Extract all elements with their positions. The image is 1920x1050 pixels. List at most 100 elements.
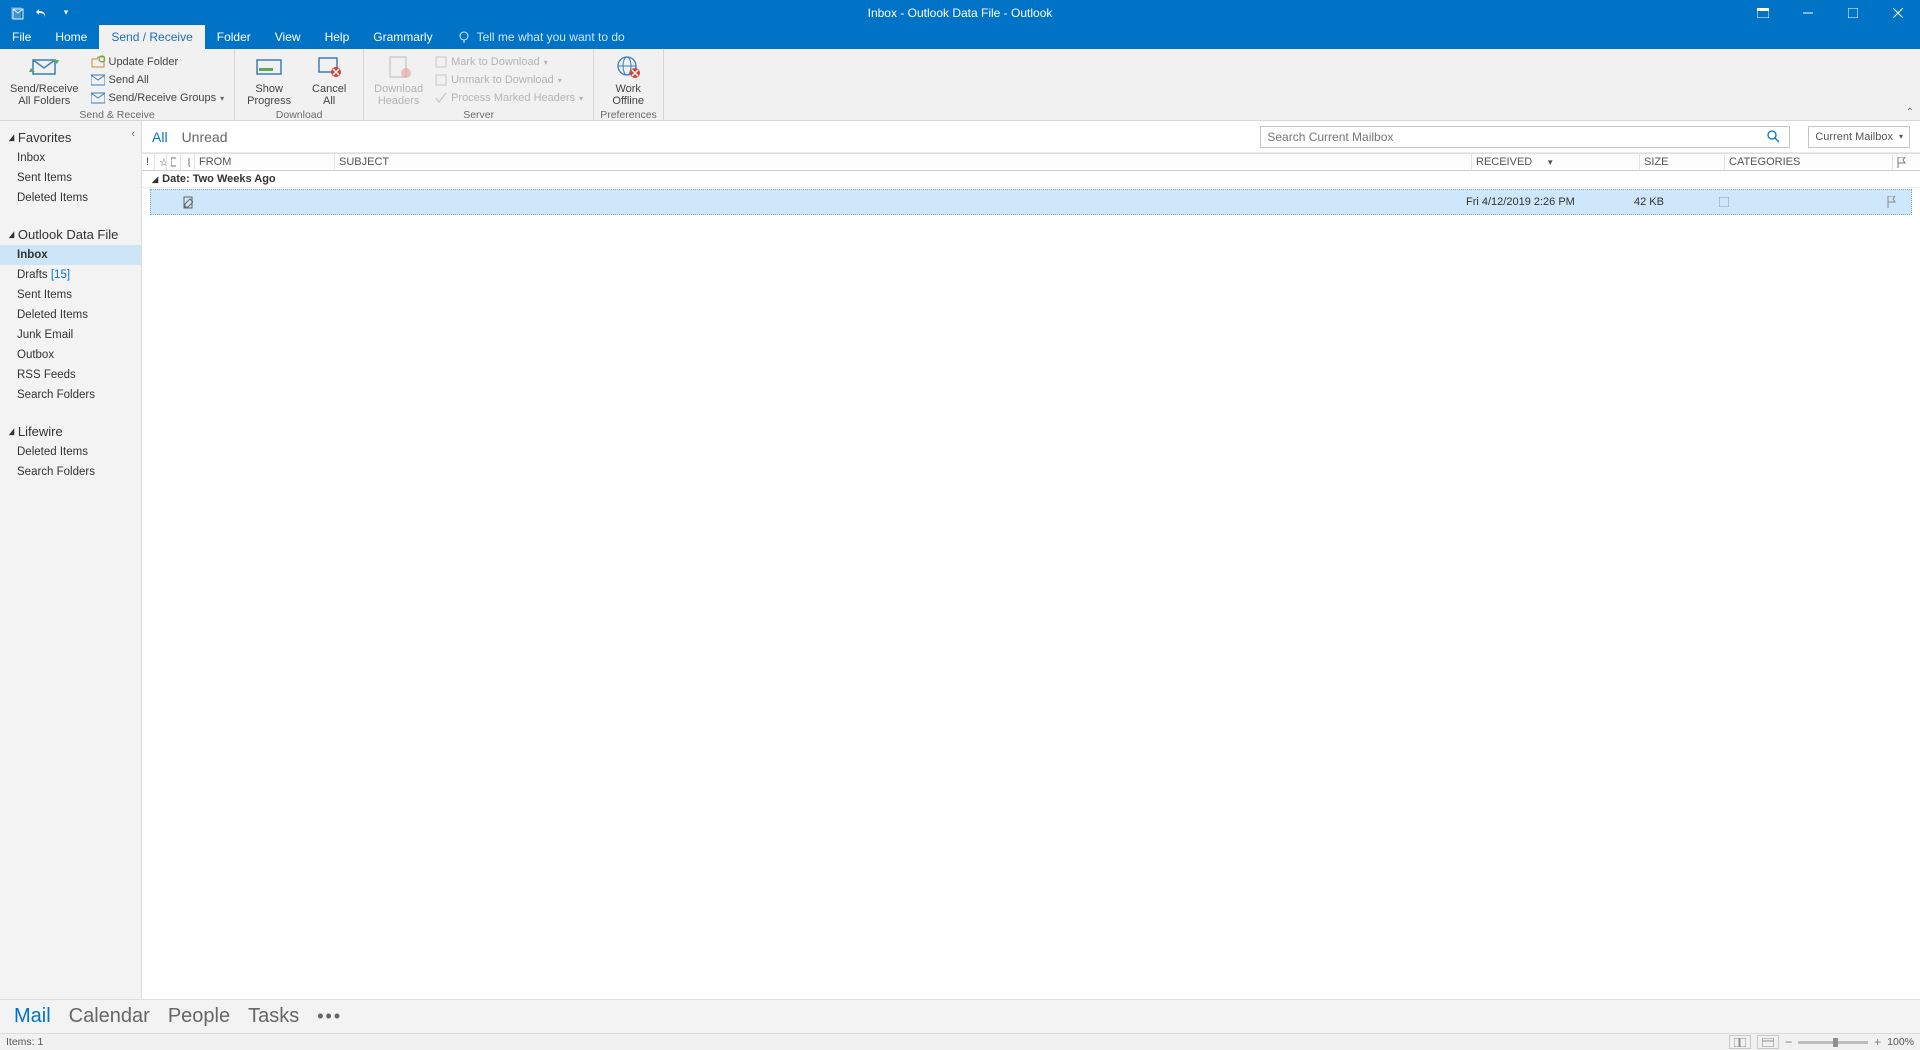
- folder-item[interactable]: Deleted Items: [0, 188, 141, 208]
- col-icon[interactable]: [166, 154, 180, 170]
- chevron-down-icon: ▾: [1899, 132, 1903, 141]
- send-receive-groups-button[interactable]: Send/Receive Groups ▾: [87, 89, 229, 107]
- send-receive-all-button[interactable]: Send/Receive All Folders: [6, 51, 83, 109]
- caret-down-icon: ◢: [152, 175, 158, 184]
- folder-item[interactable]: Outbox: [0, 345, 141, 365]
- view-normal-icon[interactable]: [1729, 1035, 1751, 1049]
- zoom-slider[interactable]: [1798, 1041, 1868, 1044]
- search-input[interactable]: [1261, 130, 1767, 144]
- show-progress-button[interactable]: Show Progress: [241, 51, 297, 109]
- navigation-bar: Mail Calendar People Tasks •••: [0, 999, 1920, 1033]
- folder-item[interactable]: Junk Email: [0, 325, 141, 345]
- tab-file[interactable]: File: [0, 25, 43, 49]
- filter-unread[interactable]: Unread: [182, 129, 228, 145]
- view-reading-icon[interactable]: [1757, 1035, 1779, 1049]
- flag-icon[interactable]: [1883, 196, 1911, 208]
- section-outlook-data-file[interactable]: ◢ Outlook Data File: [0, 224, 141, 245]
- folder-item[interactable]: Inbox: [0, 148, 141, 168]
- col-from[interactable]: FROM: [194, 154, 334, 170]
- caret-down-icon: ◢: [9, 229, 15, 240]
- nav-calendar[interactable]: Calendar: [69, 1005, 150, 1028]
- work-offline-button[interactable]: Work Offline: [600, 51, 656, 109]
- ribbon-display-options-icon[interactable]: [1740, 0, 1785, 25]
- tab-send-receive[interactable]: Send / Receive: [99, 25, 204, 49]
- group-header[interactable]: ◢ Date: Two Weeks Ago: [142, 171, 1920, 188]
- folder-item[interactable]: Search Folders: [0, 462, 141, 482]
- nav-more[interactable]: •••: [317, 1006, 342, 1027]
- folder-item[interactable]: Sent Items: [0, 168, 141, 188]
- outlook-app-icon: [10, 5, 26, 21]
- col-importance-icon[interactable]: !: [142, 154, 154, 170]
- collapse-ribbon-icon[interactable]: ⌃: [1906, 107, 1914, 118]
- group-label-send-receive: Send & Receive: [6, 109, 228, 121]
- status-item-count: Items: 1: [6, 1036, 43, 1048]
- download-headers-button: Download Headers: [370, 51, 427, 109]
- status-bar: Items: 1 − + 100%: [0, 1033, 1920, 1050]
- caret-down-icon: ◢: [9, 132, 15, 143]
- window-title: Inbox - Outlook Data File - Outlook: [868, 6, 1053, 20]
- nav-tasks[interactable]: Tasks: [248, 1005, 299, 1028]
- col-subject[interactable]: SUBJECT: [334, 154, 1471, 170]
- folder-item[interactable]: Search Folders: [0, 385, 141, 405]
- nav-people[interactable]: People: [168, 1005, 230, 1028]
- collapse-folder-pane-icon[interactable]: ‹: [131, 128, 135, 140]
- folder-refresh-icon: [91, 55, 105, 69]
- category-box-icon: [1719, 197, 1729, 207]
- title-bar: ▾ Inbox - Outlook Data File - Outlook: [0, 0, 1920, 25]
- tab-folder[interactable]: Folder: [205, 25, 263, 49]
- envelope-icon: [91, 74, 105, 86]
- folder-item[interactable]: Deleted Items: [0, 305, 141, 325]
- chevron-down-icon: ▾: [220, 94, 224, 103]
- folder-item[interactable]: Inbox: [0, 245, 141, 265]
- draft-icon: [179, 196, 193, 209]
- col-received[interactable]: RECEIVED ▼: [1471, 154, 1639, 170]
- zoom-level: 100%: [1887, 1036, 1914, 1048]
- tell-me-label: Tell me what you want to do: [477, 30, 625, 44]
- tab-help[interactable]: Help: [313, 25, 362, 49]
- search-scope-dropdown[interactable]: Current Mailbox ▾: [1808, 126, 1910, 148]
- send-receive-icon: [29, 53, 59, 81]
- filter-all[interactable]: All: [152, 129, 168, 145]
- col-categories[interactable]: CATEGORIES: [1724, 154, 1892, 170]
- maximize-button[interactable]: [1830, 0, 1875, 25]
- col-size[interactable]: SIZE: [1639, 154, 1724, 170]
- message-row[interactable]: Fri 4/12/2019 2:26 PM42 KB: [150, 189, 1912, 215]
- globe-offline-icon: [613, 53, 643, 81]
- unmark-icon: [435, 74, 447, 86]
- close-button[interactable]: [1875, 0, 1920, 25]
- cancel-all-button[interactable]: Cancel All: [301, 51, 357, 109]
- tab-grammarly[interactable]: Grammarly: [361, 25, 444, 49]
- folder-item[interactable]: RSS Feeds: [0, 365, 141, 385]
- minimize-button[interactable]: [1785, 0, 1830, 25]
- section-favorites[interactable]: ◢ Favorites: [0, 127, 141, 148]
- undo-icon[interactable]: [34, 5, 50, 21]
- message-list-pane: All Unread Current Mailbox ▾ ! ☆ FROM SU…: [142, 121, 1920, 999]
- cancel-icon: [314, 53, 344, 81]
- section-lifewire[interactable]: ◢ Lifewire: [0, 421, 141, 442]
- sort-desc-icon: ▼: [1546, 158, 1554, 167]
- tab-home[interactable]: Home: [43, 25, 99, 49]
- folder-item[interactable]: Deleted Items: [0, 442, 141, 462]
- process-marked-headers-button: Process Marked Headers ▾: [431, 89, 587, 107]
- lightbulb-icon: [457, 30, 471, 44]
- group-label-download: Download: [241, 109, 357, 121]
- col-attachment-icon[interactable]: [180, 154, 194, 170]
- zoom-in-button[interactable]: +: [1874, 1035, 1881, 1049]
- col-reminder-icon[interactable]: ☆: [154, 154, 166, 170]
- update-folder-button[interactable]: Update Folder: [87, 53, 229, 71]
- envelope-group-icon: [91, 92, 105, 104]
- group-label-server: Server: [370, 109, 587, 121]
- tab-view[interactable]: View: [263, 25, 313, 49]
- zoom-out-button[interactable]: −: [1785, 1035, 1792, 1049]
- tell-me-search[interactable]: Tell me what you want to do: [445, 25, 637, 49]
- mark-icon: [435, 56, 447, 68]
- folder-item[interactable]: Sent Items: [0, 285, 141, 305]
- nav-mail[interactable]: Mail: [14, 1005, 51, 1028]
- group-label-preferences: Preferences: [600, 109, 657, 121]
- folder-item[interactable]: Drafts [15]: [0, 265, 141, 285]
- send-all-button[interactable]: Send All: [87, 71, 229, 89]
- qat-customize-icon[interactable]: ▾: [58, 5, 74, 21]
- search-box[interactable]: [1260, 126, 1790, 148]
- search-icon[interactable]: [1767, 130, 1789, 143]
- col-flag-icon[interactable]: [1892, 154, 1920, 170]
